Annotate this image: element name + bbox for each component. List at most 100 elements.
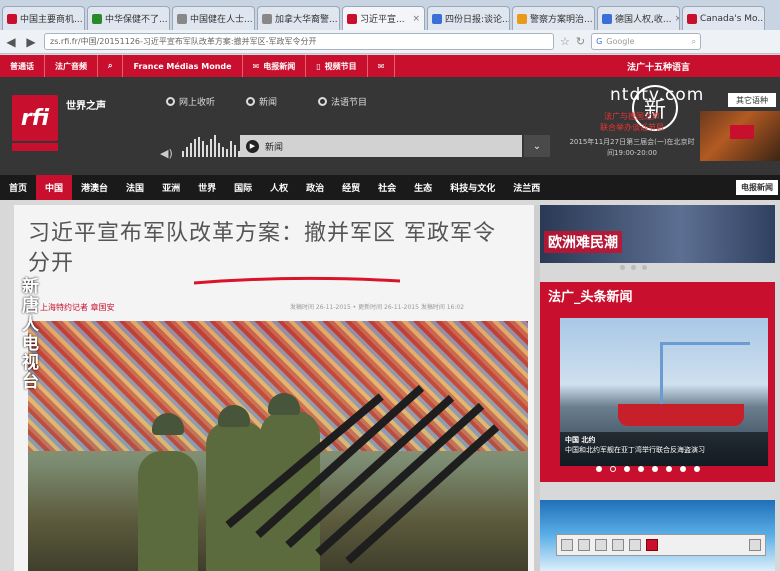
forward-icon[interactable]: ▶ [24, 35, 38, 49]
nav-item-5[interactable]: 世界 [189, 175, 225, 200]
close-icon[interactable]: × [412, 14, 420, 24]
carousel-dot[interactable] [610, 466, 616, 472]
nav-item-10[interactable]: 社会 [369, 175, 405, 200]
star-icon[interactable]: ☆ [560, 35, 570, 48]
promo-block[interactable]: 法广与德国之声 联合举办谈话节目 2015年11月27日第三届会(一)在北京时间… [566, 111, 698, 173]
radio-option-0[interactable]: 网上收听 [166, 95, 215, 108]
pencil-icon[interactable] [629, 539, 641, 551]
carousel-dot[interactable] [620, 265, 625, 270]
news-caption[interactable]: 中国 北约 中国和北约军舰在亚丁湾举行联合反海盗演习 [560, 432, 768, 466]
banner-dots [620, 265, 647, 270]
nav-item-7[interactable]: 人权 [261, 175, 297, 200]
pen-icon[interactable] [612, 539, 624, 551]
top-right-text[interactable]: 法广十五种语言 [627, 60, 780, 73]
checkbox-icon[interactable] [561, 539, 573, 551]
language-button[interactable]: 其它语种 [728, 93, 776, 107]
volume-icon[interactable]: ◀) [160, 147, 173, 160]
article-photo [28, 321, 528, 571]
nav-item-11[interactable]: 生态 [405, 175, 441, 200]
tab-label: 中国健在人士... [190, 15, 253, 25]
browser-tab[interactable]: 习近平宣... × [342, 6, 425, 30]
nav-item-8[interactable]: 政治 [297, 175, 333, 200]
browser-tab[interactable]: 警察方案明治...× [512, 6, 595, 30]
carousel-dot[interactable] [596, 466, 602, 472]
chevron-down-icon[interactable]: ⌄ [524, 135, 550, 157]
carousel-dot[interactable] [694, 466, 700, 472]
radio-option-1[interactable]: 新闻 [246, 95, 277, 108]
nav-item-3[interactable]: 法国 [117, 175, 153, 200]
carousel-dot[interactable] [624, 466, 630, 472]
nav-tail-button[interactable]: 电报新闻 [736, 180, 778, 195]
browser-tab[interactable]: 加拿大华裔警...× [257, 6, 340, 30]
tab-label: 四份日报:谈论... [445, 15, 510, 25]
browser-nav-bar: ◀ ▶ zs.rfi.fr/中国/20151126-习近平宣布军队改革方案:撤并… [0, 30, 780, 54]
top-link-2[interactable]: France Médias Monde [123, 55, 243, 77]
news-header: 法广_头条新闻 [548, 290, 633, 305]
carousel-dot[interactable] [680, 466, 686, 472]
back-icon[interactable]: ◀ [4, 35, 18, 49]
carousel-dot[interactable] [652, 466, 658, 472]
browser-tab[interactable]: Canada's Mo...× [682, 6, 765, 30]
nav-item-6[interactable]: 国际 [225, 175, 261, 200]
tab-label: 加拿大华裔警... [275, 15, 338, 25]
nav-item-4[interactable]: 亚洲 [153, 175, 189, 200]
browser-tab[interactable]: 中华保健不了...× [87, 6, 170, 30]
news-caption-title: 中国 北约 [565, 436, 596, 444]
top-search-icon[interactable]: ⌕ [98, 55, 124, 77]
article-headline: 习近平宣布军队改革方案：撤并军区 军政军令分开 [28, 221, 496, 276]
reload-icon[interactable]: ↻ [576, 35, 585, 48]
nav-item-0[interactable]: 首页 [0, 175, 36, 200]
top-link-3[interactable]: ✉ 电报新闻 [243, 55, 307, 77]
nav-item-1[interactable]: 中国 [36, 175, 73, 200]
browser-tab-strip: 中国主要商机...×中华保健不了...×中国健在人士...×加拿大华裔警...×… [0, 0, 780, 30]
browser-tab[interactable]: 中国主要商机...× [2, 6, 85, 30]
browser-tab[interactable]: 中国健在人士...× [172, 6, 255, 30]
player-label: 新闻 [265, 142, 284, 153]
top-link-1[interactable]: 法广音频 [45, 55, 98, 77]
carousel-dot[interactable] [631, 265, 636, 270]
nav-item-13[interactable]: 法兰西 [504, 175, 549, 200]
headline-news-box: 法广_头条新闻 中国 北约 中国和北约军舰在亚丁湾举行联合反海盗演习 [540, 282, 775, 482]
banner-title: 欧洲难民潮 [544, 231, 622, 253]
search-input[interactable]: G Google ⌕ [591, 33, 702, 50]
carousel-dot[interactable] [642, 265, 647, 270]
search-engine-icon: G [596, 37, 603, 46]
carousel-dot[interactable] [638, 466, 644, 472]
promo-image[interactable] [700, 111, 780, 161]
play-icon[interactable]: ▶ [246, 139, 259, 153]
site-slogan: 世界之声 [66, 101, 106, 112]
radio-option-2[interactable]: 法语节目 [318, 95, 367, 108]
top-link-0[interactable]: 普通话 [0, 55, 45, 77]
carousel-dot[interactable] [666, 466, 672, 472]
article: 习近平宣布军队改革方案：撤并军区 军政军令分开 上海特约记者 章国安 发稿时间 … [14, 205, 534, 571]
slider-icon[interactable] [749, 539, 761, 551]
tab-favicon-icon [347, 13, 357, 24]
radio-icon [246, 97, 255, 106]
equalizer-icon[interactable] [182, 135, 240, 157]
rss-icon[interactable]: ✉ [368, 55, 396, 77]
search-placeholder: Google [606, 37, 635, 46]
refugee-banner[interactable]: 欧洲难民潮 [540, 205, 775, 263]
browser-tab[interactable]: 德国人权,收...× [597, 6, 680, 30]
search-icon[interactable]: ⌕ [692, 37, 696, 47]
close-icon[interactable]: × [674, 14, 679, 24]
tab-favicon-icon [432, 13, 442, 24]
tab-favicon-icon [177, 13, 187, 24]
nav-item-12[interactable]: 科技与文化 [441, 175, 504, 200]
audio-player[interactable]: ▶ 新闻 [240, 135, 522, 157]
url-input[interactable]: zs.rfi.fr/中国/20151126-习近平宣布军队改革方案:撤并军区-军… [44, 33, 554, 50]
edit-icon[interactable] [595, 539, 607, 551]
news-caption-text: 中国和北约军舰在亚丁湾举行联合反海盗演习 [565, 446, 705, 454]
photo-soldier [138, 451, 198, 571]
site-top-bar: 普通话 法广音频 ⌕ France Médias Monde ✉ 电报新闻 ▯ 视频… [0, 55, 780, 77]
color-swatch-icon[interactable] [646, 539, 658, 551]
nav-item-9[interactable]: 经贸 [333, 175, 369, 200]
save-icon[interactable] [578, 539, 590, 551]
top-link-4[interactable]: ▯ 视频节目 [306, 55, 368, 77]
screen: 中国主要商机...×中华保健不了...×中国健在人士...×加拿大华裔警...×… [0, 0, 780, 571]
nav-item-2[interactable]: 港澳台 [72, 175, 117, 200]
tab-label: 中华保健不了... [105, 15, 168, 25]
phone-icon: ▯ [316, 61, 321, 71]
rfi-logo[interactable]: rfi [12, 95, 58, 141]
browser-tab[interactable]: 四份日报:谈论...× [427, 6, 510, 30]
